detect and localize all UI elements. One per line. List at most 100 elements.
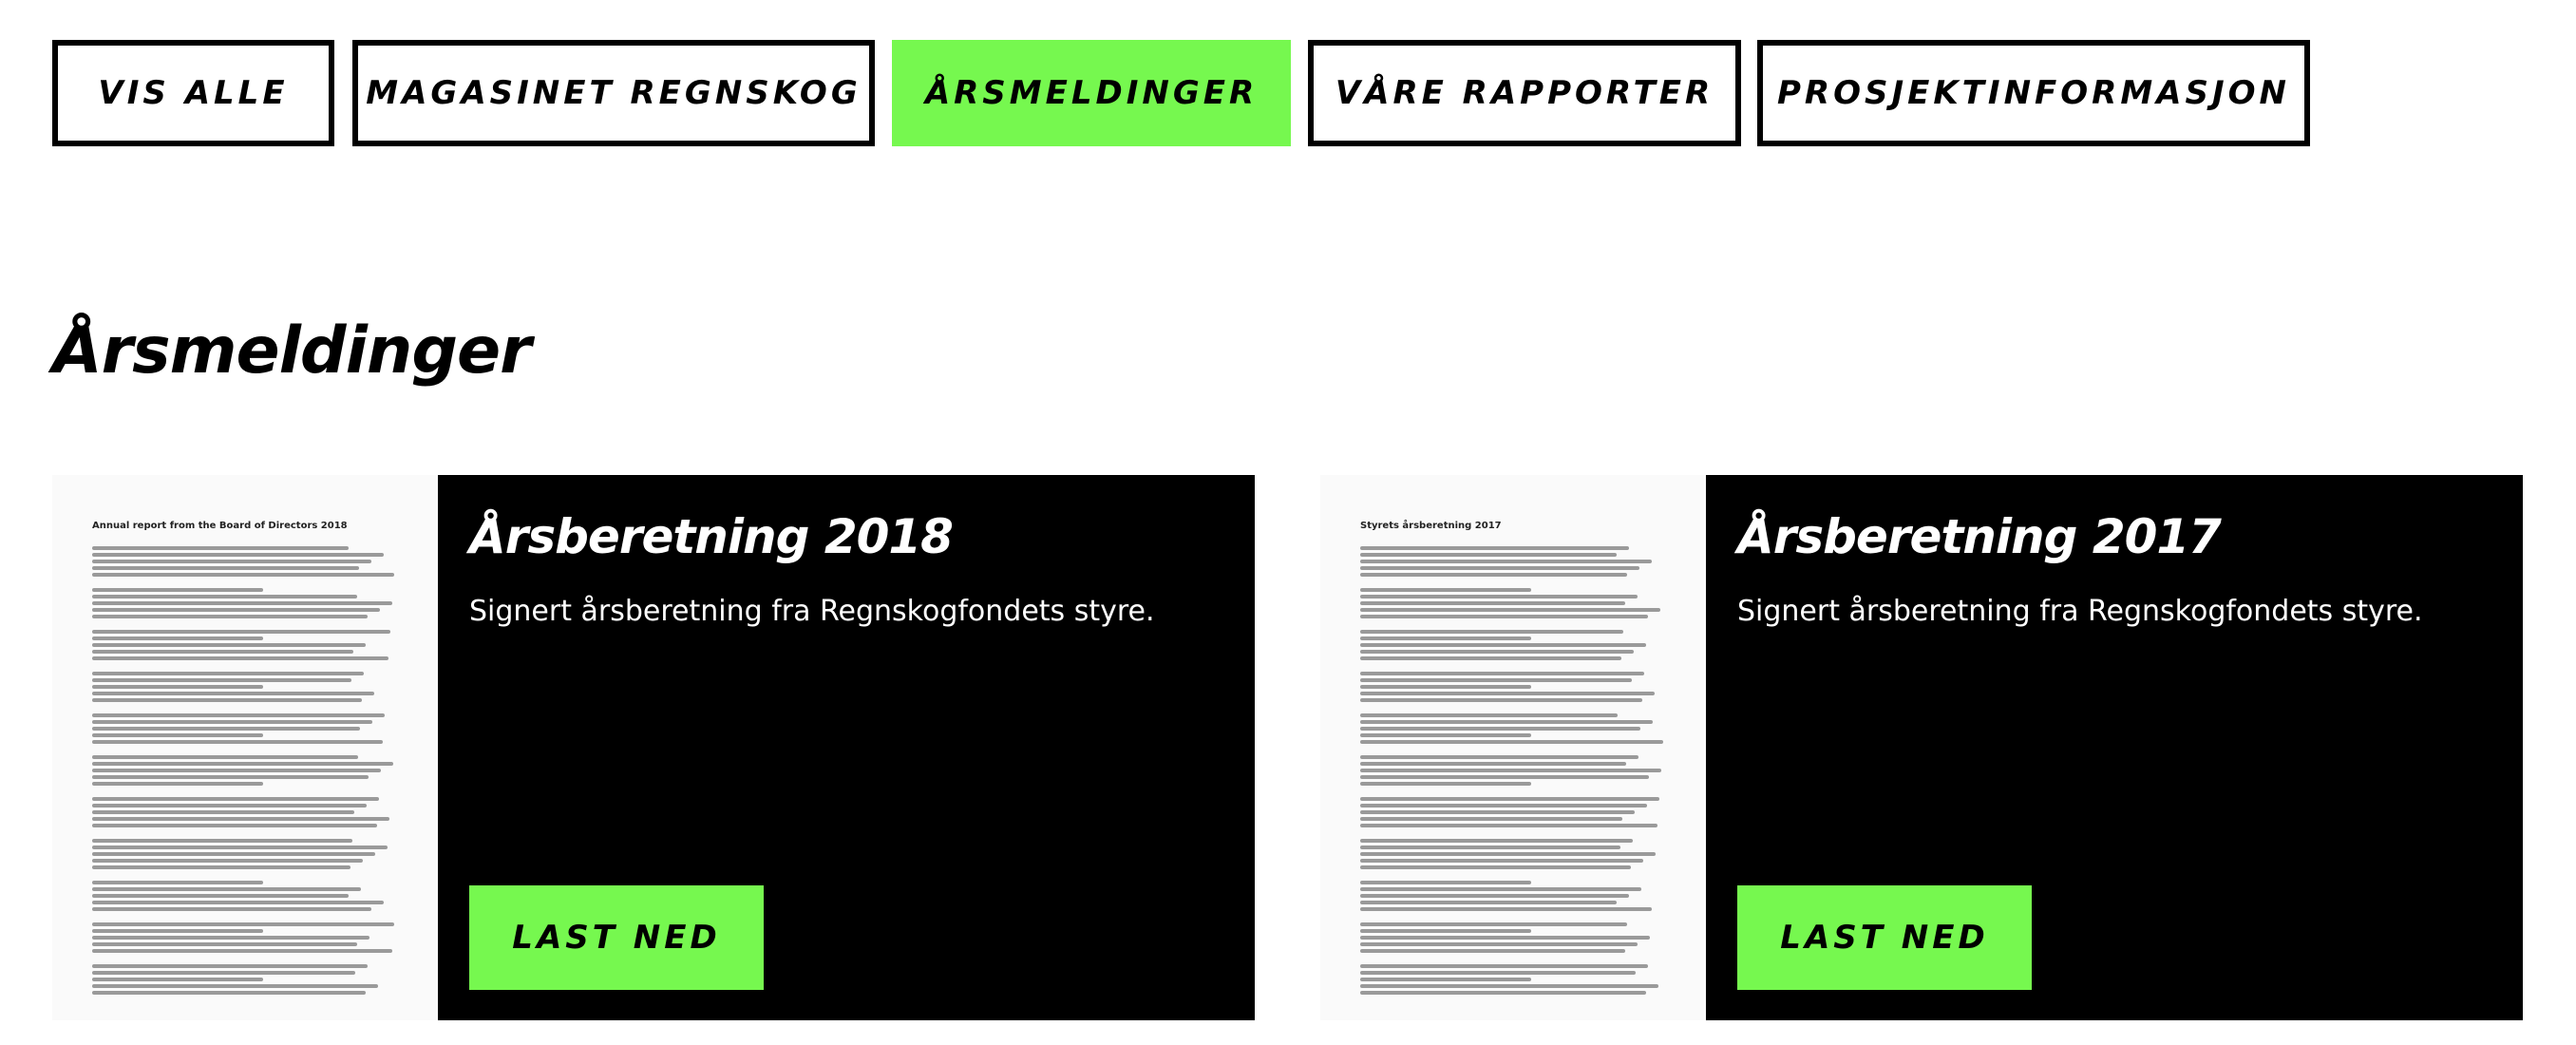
thumbnail-text-line bbox=[1360, 964, 1648, 968]
thumbnail-text-line bbox=[92, 692, 374, 695]
thumbnail-text-line bbox=[1360, 810, 1635, 814]
thumbnail-text-line bbox=[92, 740, 383, 744]
thumbnail-text-line bbox=[1360, 573, 1627, 577]
thumbnail-text-line bbox=[92, 608, 380, 612]
thumbnail-text-line bbox=[1360, 936, 1650, 940]
thumbnail-text-line bbox=[92, 650, 353, 654]
thumbnail-text-line bbox=[1360, 588, 1531, 592]
thumbnail-text-line bbox=[92, 901, 384, 904]
thumbnail-text-line bbox=[1360, 901, 1617, 904]
thumbnail-text-line bbox=[92, 797, 379, 801]
thumbnail-text-line bbox=[1360, 991, 1646, 995]
thumbnail-text-line bbox=[92, 839, 352, 843]
thumbnail-text-line bbox=[92, 713, 385, 717]
thumbnail-text-line bbox=[1360, 755, 1638, 759]
thumbnail-text-line bbox=[1360, 566, 1639, 570]
thumbnail-text-line bbox=[92, 588, 263, 592]
tab-vis-alle[interactable]: VIS ALLE bbox=[52, 40, 334, 146]
report-card-2017: Styrets årsberetning 2017 Årsberetning 2… bbox=[1320, 475, 2523, 1020]
thumbnail-text-line bbox=[92, 678, 351, 682]
thumbnail-text-line bbox=[92, 733, 263, 737]
thumbnail-text-line bbox=[92, 859, 363, 863]
tab-magasinet-regnskog[interactable]: MAGASINET REGNSKOG bbox=[352, 40, 875, 146]
thumbnail-text-line bbox=[92, 595, 357, 598]
thumbnail-text-line bbox=[92, 601, 392, 605]
thumbnail-text-line bbox=[92, 573, 394, 577]
download-button[interactable]: LAST NED bbox=[1737, 885, 2032, 990]
thumbnail-text-line bbox=[1360, 887, 1641, 891]
thumbnail-text-line bbox=[1360, 762, 1626, 766]
thumbnail-text-line bbox=[1360, 978, 1531, 981]
thumbnail-text-line bbox=[1360, 650, 1634, 654]
thumbnail-text-line bbox=[92, 978, 263, 981]
thumbnail-text-line bbox=[92, 656, 388, 660]
thumbnail-text-line bbox=[1360, 636, 1531, 640]
thumbnail-text-line bbox=[92, 775, 369, 779]
report-thumbnail[interactable]: Annual report from the Board of Director… bbox=[52, 475, 438, 1020]
thumbnail-text-line bbox=[1360, 797, 1659, 801]
thumbnail-text-line bbox=[1360, 560, 1652, 563]
thumbnail-text-line bbox=[1360, 740, 1663, 744]
thumbnail-text-line bbox=[1360, 817, 1622, 821]
thumbnail-text-line bbox=[92, 755, 358, 759]
thumbnail-text-line bbox=[1360, 672, 1644, 675]
thumbnail-text-line bbox=[92, 566, 359, 570]
thumbnail-text-line bbox=[1360, 894, 1629, 898]
thumbnail-text-line bbox=[92, 769, 381, 772]
thumbnail-text-line bbox=[1360, 601, 1625, 605]
thumbnail-text-line bbox=[92, 553, 384, 557]
thumbnail-text-line bbox=[1360, 971, 1636, 975]
thumbnail-text-line bbox=[1360, 949, 1625, 953]
thumbnail-text-line bbox=[92, 984, 378, 988]
thumbnail-heading: Styrets årsberetning 2017 bbox=[1360, 521, 1502, 531]
thumbnail-text-line bbox=[92, 630, 390, 634]
report-panel: Årsberetning 2017 Signert årsberetning f… bbox=[1706, 475, 2523, 1020]
report-thumbnail[interactable]: Styrets årsberetning 2017 bbox=[1320, 475, 1706, 1020]
thumbnail-text-line bbox=[1360, 678, 1632, 682]
thumbnail-text-line bbox=[92, 672, 364, 675]
thumbnail-text-line bbox=[1360, 839, 1633, 843]
report-title: Årsberetning 2018 bbox=[469, 509, 954, 564]
thumbnail-text-line bbox=[1360, 907, 1652, 911]
thumbnail-text-line bbox=[1360, 720, 1653, 724]
thumbnail-text-line bbox=[1360, 546, 1629, 550]
thumbnail-text-line bbox=[92, 846, 388, 849]
thumbnail-text-line bbox=[92, 636, 263, 640]
report-description: Signert årsberetning fra Regnskogfondets… bbox=[1737, 595, 2423, 628]
thumbnail-text-line bbox=[1360, 984, 1658, 988]
thumbnail-text-line bbox=[92, 949, 392, 953]
thumbnail-text-line bbox=[92, 922, 394, 926]
thumbnail-text-line bbox=[92, 720, 372, 724]
report-description: Signert årsberetning fra Regnskogfondets… bbox=[469, 595, 1155, 628]
thumbnail-text-line bbox=[92, 643, 366, 647]
tab-prosjektinformasjon[interactable]: PROSJEKTINFORMASJON bbox=[1757, 40, 2310, 146]
thumbnail-text-line bbox=[1360, 608, 1660, 612]
thumbnail-text-line bbox=[1360, 852, 1656, 856]
page-title: Årsmeldinger bbox=[52, 314, 532, 389]
thumbnail-text-line bbox=[1360, 733, 1531, 737]
tab-arsmeldinger[interactable]: ÅRSMELDINGER bbox=[892, 40, 1291, 146]
thumbnail-text-line bbox=[1360, 630, 1623, 634]
tab-vare-rapporter[interactable]: VÅRE RAPPORTER bbox=[1308, 40, 1741, 146]
thumbnail-text-line bbox=[1360, 929, 1531, 933]
thumbnail-text-line bbox=[92, 817, 389, 821]
thumbnail-text-line bbox=[1360, 595, 1638, 598]
thumbnail-text-line bbox=[1360, 824, 1657, 827]
thumbnail-heading: Annual report from the Board of Director… bbox=[92, 521, 348, 531]
thumbnail-text-line bbox=[1360, 804, 1647, 808]
thumbnail-text-line bbox=[92, 907, 371, 911]
thumbnail-text-line bbox=[92, 804, 367, 808]
download-button[interactable]: LAST NED bbox=[469, 885, 764, 990]
thumbnail-text-line bbox=[1360, 769, 1661, 772]
thumbnail-text-line bbox=[1360, 615, 1648, 618]
thumbnail-text-line bbox=[1360, 846, 1620, 849]
thumbnail-text-line bbox=[92, 991, 366, 995]
thumbnail-text-line bbox=[92, 782, 263, 786]
thumbnail-text-line bbox=[1360, 685, 1531, 689]
thumbnail-text-line bbox=[1360, 859, 1643, 863]
report-title: Årsberetning 2017 bbox=[1737, 509, 2222, 564]
thumbnail-text-line bbox=[92, 887, 361, 891]
thumbnail-text-line bbox=[1360, 775, 1649, 779]
thumbnail-text-line bbox=[92, 942, 357, 946]
thumbnail-text-line bbox=[1360, 713, 1618, 717]
